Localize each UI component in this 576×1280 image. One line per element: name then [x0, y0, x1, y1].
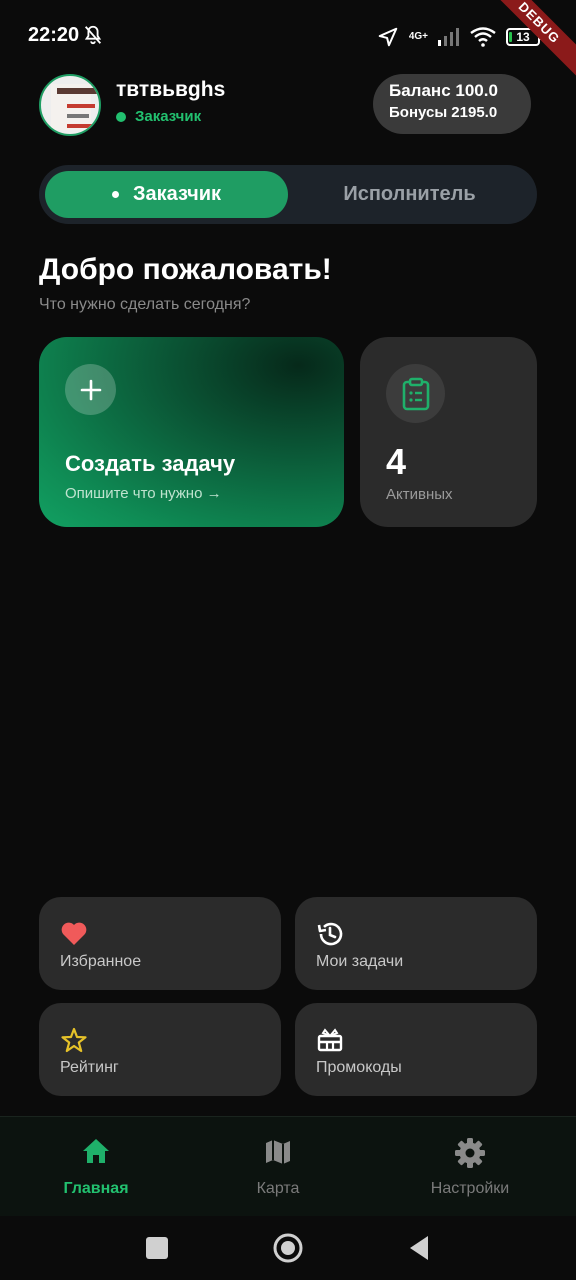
battery-level: 13	[516, 30, 530, 44]
nav-home-label: Главная	[63, 1180, 129, 1197]
mode-switch: Заказчик Исполнитель	[39, 165, 537, 224]
avatar[interactable]	[39, 74, 101, 136]
promo-codes-label: Промокоды	[316, 1059, 402, 1076]
bottom-navigation: Главная Карта Настройки	[0, 1116, 576, 1216]
network-type: 4G+	[408, 31, 428, 42]
create-task-subtitle: Опишите что нужно →	[65, 485, 222, 502]
gift-icon	[317, 1028, 343, 1052]
create-task-card[interactable]: Создать задачу Опишите что нужно →	[39, 337, 344, 527]
mode-tab-customer[interactable]: Заказчик	[45, 171, 288, 218]
nav-settings[interactable]: Настройки	[374, 1117, 566, 1217]
mode-tab-executor-label: Исполнитель	[343, 183, 476, 205]
status-time: 22:20	[28, 24, 80, 46]
system-navigation-bar	[0, 1216, 576, 1280]
active-tasks-count: 4	[386, 441, 407, 482]
my-tasks-label: Мои задачи	[316, 953, 404, 970]
create-task-title: Создать задачу	[65, 451, 236, 476]
role-status-dot	[116, 112, 126, 122]
favorites-tile[interactable]: Избранное	[39, 897, 281, 990]
app-screen: 22:20 4G+ 13 DEBUG твтвьвghs Заказчик Ба…	[0, 0, 576, 1280]
status-icons: 4G+ 13	[377, 24, 543, 50]
clipboard-icon	[386, 364, 445, 423]
nav-home[interactable]: Главная	[0, 1117, 192, 1217]
rating-tile[interactable]: Рейтинг	[39, 1003, 281, 1096]
nav-map-label: Карта	[256, 1180, 300, 1197]
heart-icon	[61, 922, 87, 945]
home-button[interactable]	[272, 1228, 304, 1268]
nav-map[interactable]: Карта	[182, 1117, 374, 1217]
welcome-subtitle: Что нужно сделать сегодня?	[39, 296, 251, 313]
active-tasks-label: Активных	[386, 486, 453, 503]
user-name: твтвьвghs	[116, 78, 226, 101]
signal-icon	[438, 28, 459, 46]
welcome-title: Добро пожаловать!	[39, 253, 332, 286]
my-tasks-tile[interactable]: Мои задачи	[295, 897, 537, 990]
star-icon	[61, 1027, 87, 1053]
role-label: Заказчик	[135, 108, 202, 125]
gear-icon	[455, 1138, 485, 1168]
active-tasks-card[interactable]: 4 Активных	[360, 337, 537, 527]
location-arrow-icon	[378, 27, 398, 47]
promo-codes-tile[interactable]: Промокоды	[295, 1003, 537, 1096]
recents-button[interactable]	[145, 1228, 169, 1268]
wifi-icon	[470, 27, 496, 47]
status-bar: 22:20 4G+ 13 DEBUG	[0, 0, 576, 84]
mode-tab-executor[interactable]: Исполнитель	[288, 171, 531, 218]
balance-value: Баланс 100.0	[389, 81, 498, 100]
back-button[interactable]	[406, 1228, 432, 1268]
bonus-value: Бонусы 2195.0	[389, 104, 498, 121]
mode-tab-customer-label: Заказчик	[132, 183, 222, 205]
rating-label: Рейтинг	[60, 1059, 119, 1076]
nav-settings-label: Настройки	[430, 1180, 510, 1197]
history-icon	[317, 922, 343, 946]
balance-pill[interactable]: Баланс 100.0 Бонусы 2195.0	[373, 74, 531, 134]
home-icon	[83, 1139, 109, 1163]
map-icon	[266, 1140, 290, 1164]
active-dot	[111, 191, 119, 198]
plus-icon	[65, 364, 116, 415]
bell-off-icon	[84, 25, 102, 45]
avatar-image	[51, 84, 99, 130]
favorites-label: Избранное	[60, 953, 142, 970]
